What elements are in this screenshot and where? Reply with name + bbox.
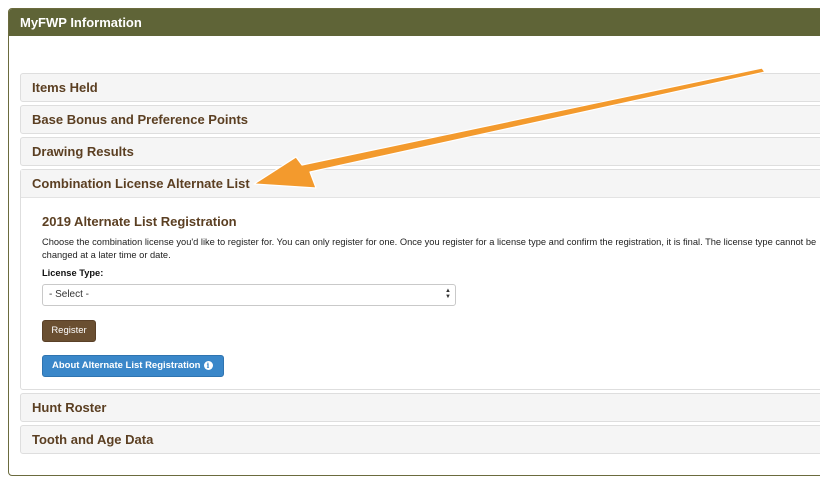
registration-description: Choose the combination license you'd lik…	[42, 237, 817, 260]
accordion-points[interactable]: Base Bonus and Preference Points	[20, 105, 820, 134]
accordion-tooth-age[interactable]: Tooth and Age Data	[20, 425, 820, 454]
accordion-title-combination: Combination License Alternate List	[32, 176, 250, 191]
about-alternate-list-button[interactable]: About Alternate List Registration i	[42, 355, 224, 377]
accordion-title-drawing-results: Drawing Results	[32, 144, 134, 159]
license-type-label: License Type:	[42, 268, 104, 278]
accordion-title-items-held: Items Held	[32, 80, 98, 95]
register-button[interactable]: Register	[42, 320, 96, 342]
select-arrows-icon: ▲ ▼	[445, 288, 451, 300]
accordion-combination-license: Combination License Alternate List 2019 …	[20, 169, 820, 390]
accordion-title-hunt-roster: Hunt Roster	[32, 400, 107, 415]
myfwp-panel: MyFWP Information Items Held Base Bonus …	[8, 8, 820, 476]
accordion-title-tooth-age: Tooth and Age Data	[32, 432, 154, 447]
license-type-select[interactable]: - Select - ▲ ▼	[42, 284, 456, 306]
select-value: - Select -	[49, 289, 90, 300]
accordion-drawing-results[interactable]: Drawing Results	[20, 137, 820, 166]
accordion-hunt-roster[interactable]: Hunt Roster	[20, 393, 820, 422]
panel-title: MyFWP Information	[9, 9, 820, 36]
info-circle-icon: i	[203, 361, 213, 370]
accordion-items-held[interactable]: Items Held	[20, 73, 820, 102]
about-button-label: About Alternate List Registration	[52, 360, 201, 371]
accordion-header-combination[interactable]: Combination License Alternate List	[21, 170, 820, 198]
registration-title: 2019 Alternate List Registration	[42, 214, 237, 229]
accordion-title-points: Base Bonus and Preference Points	[32, 112, 249, 127]
